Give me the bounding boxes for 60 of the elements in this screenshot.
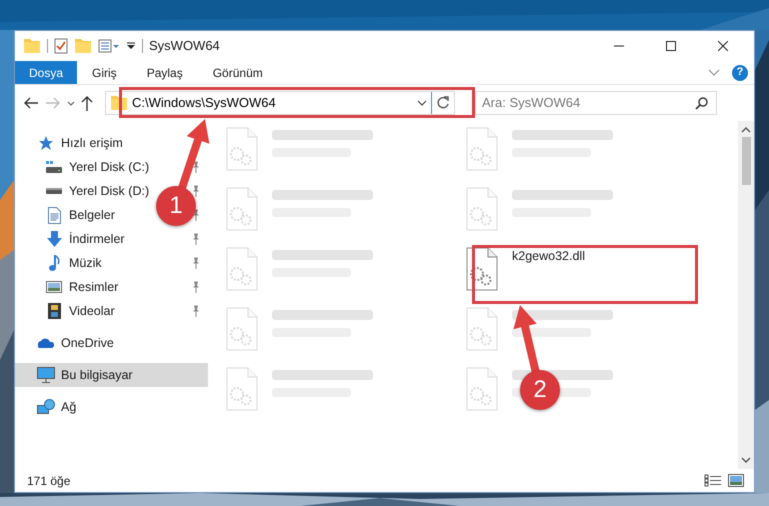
document-icon [48,206,60,224]
sidebar-item[interactable]: Belgeler [69,206,115,224]
sidebar-item[interactable]: Bu bilgisayar [61,366,133,384]
scrollbar[interactable] [738,121,754,469]
drive-icon [46,161,62,173]
film-icon [48,303,60,319]
pin-icon[interactable] [192,185,200,197]
large-icons-view-icon[interactable] [728,474,744,487]
scroll-up-icon[interactable] [741,127,751,133]
help-button[interactable]: ? [732,64,748,80]
minimize-icon [614,45,624,47]
pin-icon[interactable] [192,305,200,317]
network-icon [37,399,55,415]
checklist-icon[interactable] [54,38,68,54]
file-name[interactable]: k2gewo32.dll [512,247,585,266]
cloud-icon [38,338,54,348]
ribbon-tab[interactable]: Görünüm [198,61,278,84]
picture-icon [46,281,62,293]
up-arrow-icon[interactable] [81,96,93,110]
item-count: 171 öğe [27,472,70,490]
pin-icon[interactable] [192,281,200,293]
ribbon-tab[interactable]: Giriş [77,61,132,84]
refresh-icon[interactable] [436,96,450,110]
customize-caret-icon[interactable] [126,42,136,50]
pin-icon[interactable] [192,233,200,245]
chevron-down-icon[interactable] [708,69,720,76]
address-bar[interactable]: C:\Windows\SysWOW64 [105,91,455,115]
download-arrow-icon [46,231,62,247]
pin-icon[interactable] [192,161,200,173]
forward-arrow-icon[interactable] [45,97,61,109]
chevron-down-icon[interactable] [67,100,75,106]
ribbon-tab[interactable]: Dosya [15,61,78,84]
star-icon [38,136,54,150]
sidebar-item[interactable]: Hızlı erişim [61,134,123,152]
properties-icon[interactable] [98,39,120,53]
sidebar-item[interactable]: Yerel Disk (C:) [69,158,150,176]
scrollbar-thumb[interactable] [742,137,750,185]
monitor-icon [37,367,55,383]
sidebar-item[interactable]: OneDrive [61,334,114,352]
search-icon[interactable] [695,96,708,110]
ribbon-tab[interactable]: Paylaş [132,61,198,84]
search-box[interactable]: Ara: SysWOW64 [475,91,717,115]
pin-icon[interactable] [192,257,200,269]
dropdown-caret-icon[interactable] [417,100,427,106]
maximize-icon [666,41,676,51]
drive-icon [46,188,62,194]
details-view-icon[interactable] [704,474,722,487]
scroll-down-icon[interactable] [741,457,751,463]
sidebar-item[interactable]: Müzik [69,254,102,272]
address-field[interactable]: C:\Windows\SysWOW64 [128,93,417,113]
sidebar-item[interactable]: Yerel Disk (D:) [69,182,150,200]
settings-file-icon[interactable] [466,247,498,291]
music-note-icon [48,255,60,271]
sidebar-item[interactable]: İndirmeler [69,230,125,248]
sidebar-item[interactable]: Videolar [69,302,115,320]
window-title: SysWOW64 [149,37,220,56]
sidebar-item[interactable]: Resimler [69,278,118,296]
back-arrow-icon[interactable] [23,97,39,109]
close-icon [718,41,728,51]
sidebar-item[interactable]: Ağ [61,398,76,416]
